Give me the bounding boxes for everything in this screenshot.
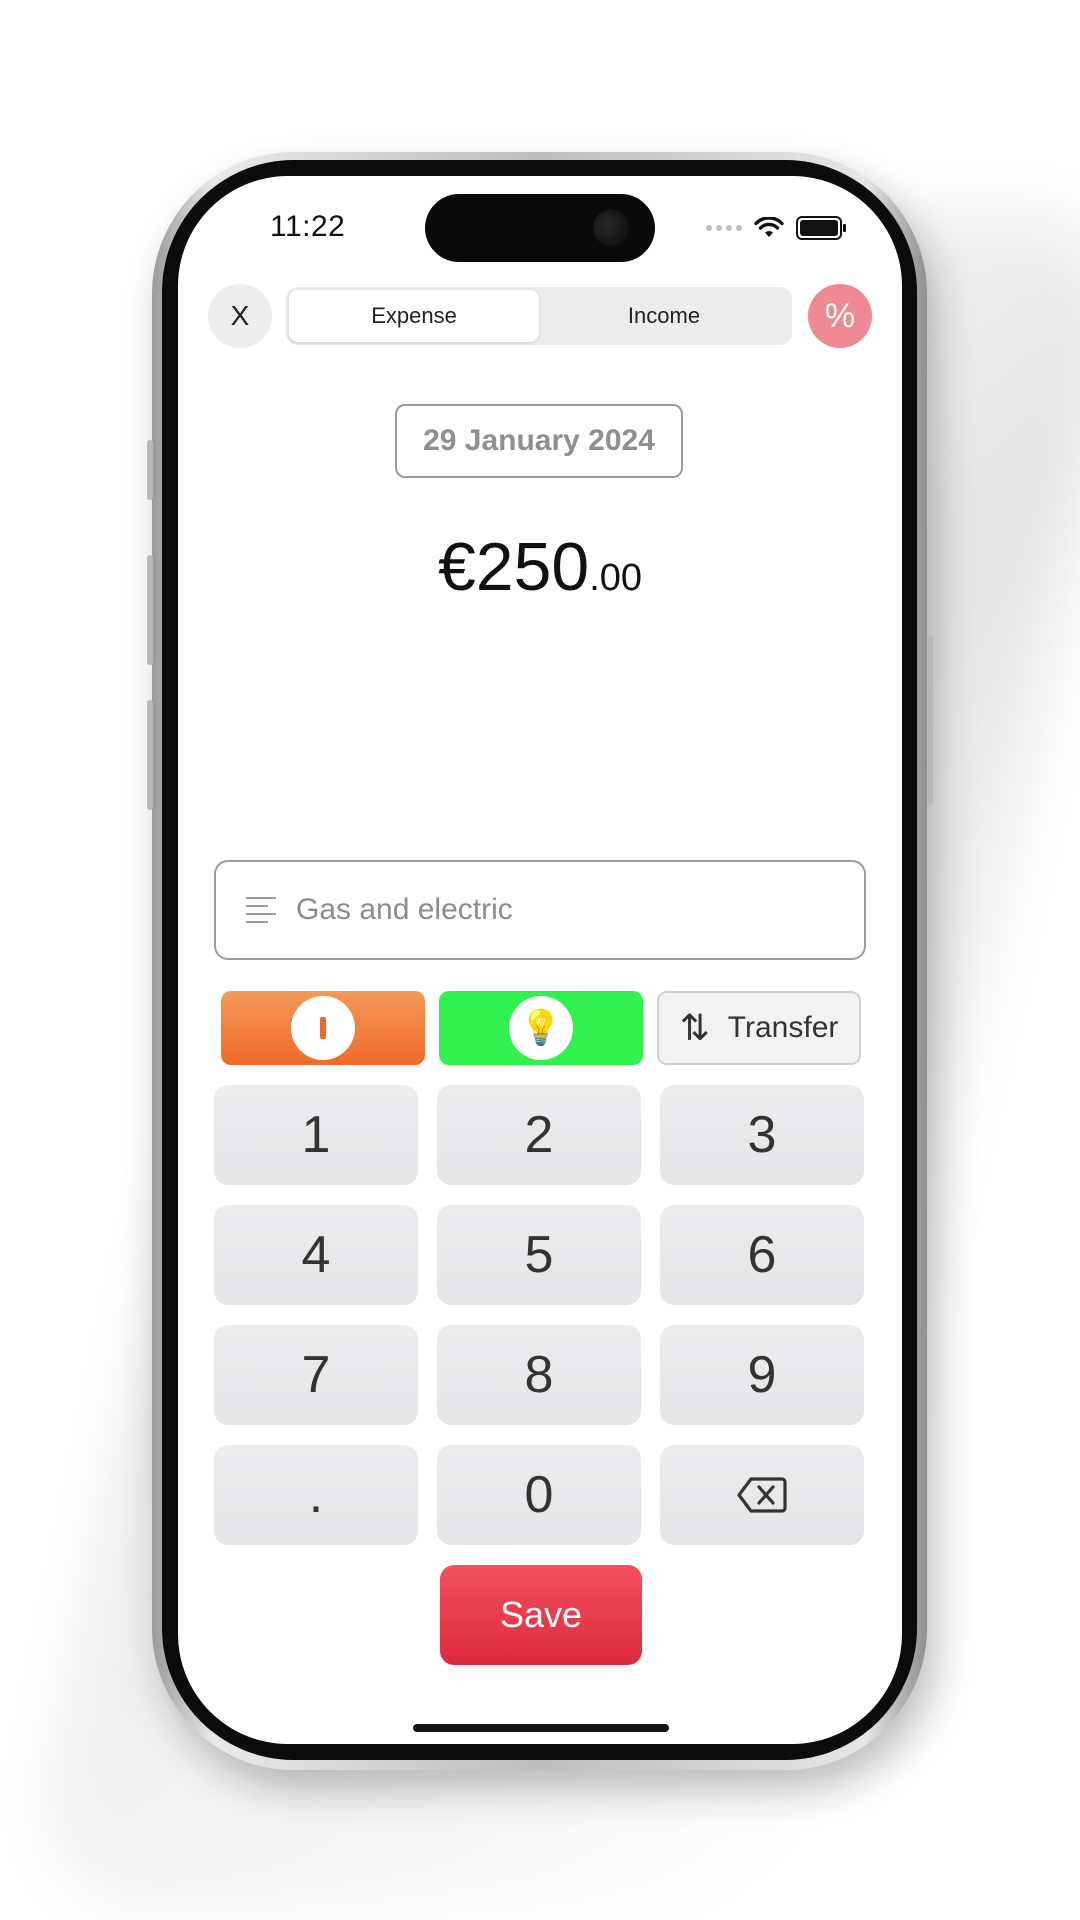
wifi-icon <box>754 217 784 237</box>
amount-display: €250.00 <box>178 528 902 606</box>
status-time: 11:22 <box>270 210 346 243</box>
amount-decimals: .00 <box>589 557 643 599</box>
note-text: Gas and electric <box>296 893 513 926</box>
close-button[interactable]: X <box>208 284 272 348</box>
key-4[interactable]: 4 <box>214 1205 418 1305</box>
percent-button[interactable]: % <box>808 284 872 348</box>
screen: 11:22 X Expense Income % 29 January 2024… <box>178 176 902 1744</box>
category-green-button[interactable]: 💡 <box>439 991 643 1065</box>
category-icon-circle <box>291 996 355 1060</box>
text-lines-icon <box>246 891 276 929</box>
transfer-label: Transfer <box>727 1011 839 1044</box>
key-6[interactable]: 6 <box>660 1205 864 1305</box>
segment-expense[interactable]: Expense <box>289 290 539 342</box>
type-segmented-control: Expense Income <box>286 287 792 345</box>
save-button[interactable]: Save <box>440 1565 642 1665</box>
category-row: 💡 ⇅ Transfer <box>221 991 861 1065</box>
key-3[interactable]: 3 <box>660 1085 864 1185</box>
status-indicators <box>706 216 846 240</box>
note-input[interactable]: Gas and electric <box>214 860 866 960</box>
key-1[interactable]: 1 <box>214 1085 418 1185</box>
dynamic-island <box>425 194 655 262</box>
i-bar-icon <box>320 1017 326 1039</box>
camera-icon <box>593 210 629 246</box>
key-2[interactable]: 2 <box>437 1085 641 1185</box>
key-9[interactable]: 9 <box>660 1325 864 1425</box>
amount-main: €250 <box>437 529 590 605</box>
key-5[interactable]: 5 <box>437 1205 641 1305</box>
key-0[interactable]: 0 <box>437 1445 641 1545</box>
home-indicator[interactable] <box>413 1724 669 1732</box>
category-orange-button[interactable] <box>221 991 425 1065</box>
power-button <box>927 635 933 805</box>
category-icon-circle: 💡 <box>509 996 573 1060</box>
transfer-button[interactable]: ⇅ Transfer <box>657 991 861 1065</box>
battery-icon <box>796 216 846 240</box>
swap-arrows-icon: ⇅ <box>679 1007 710 1048</box>
volume-down-button <box>147 700 153 810</box>
keypad: 1 2 3 4 5 6 7 8 9 . 0 <box>214 1085 866 1545</box>
key-backspace[interactable] <box>660 1445 864 1545</box>
key-decimal[interactable]: . <box>214 1445 418 1545</box>
date-button[interactable]: 29 January 2024 <box>395 404 683 478</box>
signal-icon <box>706 225 742 231</box>
key-7[interactable]: 7 <box>214 1325 418 1425</box>
lightbulb-icon: 💡 <box>519 1009 563 1047</box>
key-8[interactable]: 8 <box>437 1325 641 1425</box>
segment-income[interactable]: Income <box>539 290 789 342</box>
action-button <box>147 440 153 500</box>
volume-up-button <box>147 555 153 665</box>
backspace-icon <box>737 1477 787 1513</box>
